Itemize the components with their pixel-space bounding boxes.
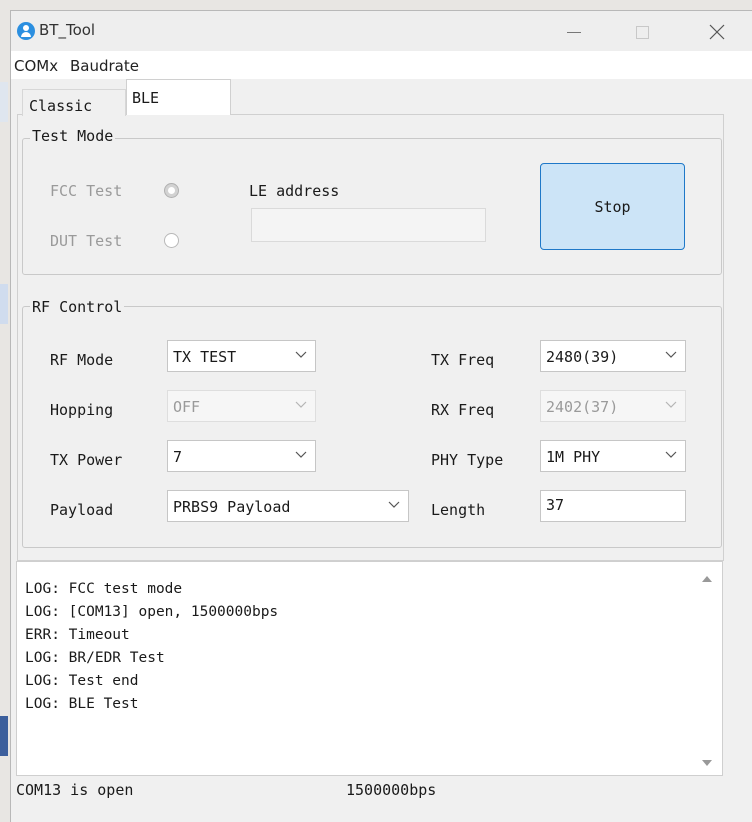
minimize-icon [567, 32, 581, 33]
phy-type-select[interactable]: 1M PHY [540, 440, 686, 472]
tab-classic[interactable]: Classic [22, 89, 126, 116]
maximize-icon [636, 26, 649, 39]
length-value: 37 [546, 496, 565, 514]
fcc-test-label[interactable]: FCC Test [50, 182, 122, 200]
chevron-down-icon [295, 351, 307, 358]
tx-freq-select[interactable]: 2480(39) [540, 340, 686, 372]
status-baudrate: 1500000bps [346, 781, 437, 799]
phy-type-label: PHY Type [431, 451, 504, 469]
hopping-select[interactable]: OFF [167, 390, 316, 422]
stop-button[interactable]: Stop [540, 163, 685, 250]
tab-ble[interactable]: BLE [126, 79, 231, 115]
chevron-down-icon [665, 401, 677, 408]
background-desktop-fragment [0, 82, 8, 122]
tx-power-value: 7 [173, 448, 183, 466]
minimize-button[interactable] [552, 17, 598, 47]
log-line: LOG: [COM13] open, 1500000bps [25, 604, 279, 620]
hopping-value: OFF [173, 398, 201, 416]
rx-freq-label: RX Freq [431, 401, 495, 419]
length-input[interactable]: 37 [540, 490, 686, 522]
rf-control-legend: RF Control [30, 298, 125, 316]
menu-comx[interactable]: COMx [14, 57, 58, 75]
tx-power-select[interactable]: 7 [167, 440, 316, 472]
test-mode-legend: Test Mode [30, 127, 116, 145]
dut-test-label[interactable]: DUT Test [50, 232, 122, 250]
rx-freq-select[interactable]: 2402(37) [540, 390, 686, 422]
background-desktop-fragment [0, 716, 8, 756]
log-line: LOG: BLE Test [25, 696, 139, 712]
rf-mode-value: TX TEST [173, 348, 237, 366]
chevron-down-icon [665, 351, 677, 358]
tx-freq-value: 2480(39) [546, 348, 619, 366]
le-address-label: LE address [249, 182, 340, 200]
tx-freq-label: TX Freq [431, 351, 495, 369]
payload-select[interactable]: PRBS9 Payload [167, 490, 409, 522]
app-user-icon [17, 22, 35, 40]
close-button[interactable] [694, 17, 740, 47]
scroll-down-arrow-icon[interactable] [702, 760, 712, 766]
log-line: LOG: FCC test mode [25, 581, 183, 597]
log-line: LOG: BR/EDR Test [25, 650, 165, 666]
log-line: LOG: Test end [25, 673, 139, 689]
rf-mode-select[interactable]: TX TEST [167, 340, 316, 372]
log-line: ERR: Timeout [25, 627, 130, 643]
length-label: Length [431, 501, 486, 519]
hopping-label: Hopping [50, 401, 114, 419]
le-address-field[interactable] [251, 208, 486, 242]
chevron-down-icon [388, 501, 400, 508]
menu-baudrate[interactable]: Baudrate [70, 57, 139, 75]
scroll-up-arrow-icon[interactable] [702, 576, 712, 582]
rx-freq-value: 2402(37) [546, 398, 619, 416]
background-desktop-fragment [0, 284, 8, 324]
stop-button-label: Stop [594, 198, 631, 216]
payload-label: Payload [50, 501, 114, 519]
tab-classic-label: Classic [29, 97, 93, 115]
payload-value: PRBS9 Payload [173, 498, 291, 516]
chevron-down-icon [665, 451, 677, 458]
window-title: BT_Tool [39, 21, 96, 39]
rf-mode-label: RF Mode [50, 351, 114, 369]
status-port: COM13 is open [16, 781, 134, 799]
title-bar[interactable]: BT_Tool [11, 11, 752, 51]
chevron-down-icon [295, 401, 307, 408]
phy-type-value: 1M PHY [546, 448, 601, 466]
menu-bar: COMx Baudrate [11, 51, 752, 79]
tab-ble-label: BLE [132, 89, 160, 107]
chevron-down-icon [295, 451, 307, 458]
close-icon [709, 24, 725, 40]
dut-test-radio[interactable] [164, 233, 179, 248]
maximize-button[interactable] [620, 17, 666, 47]
log-output[interactable]: LOG: FCC test mode LOG: [COM13] open, 15… [16, 561, 723, 776]
tx-power-label: TX Power [50, 451, 123, 469]
fcc-test-radio[interactable] [164, 183, 179, 198]
